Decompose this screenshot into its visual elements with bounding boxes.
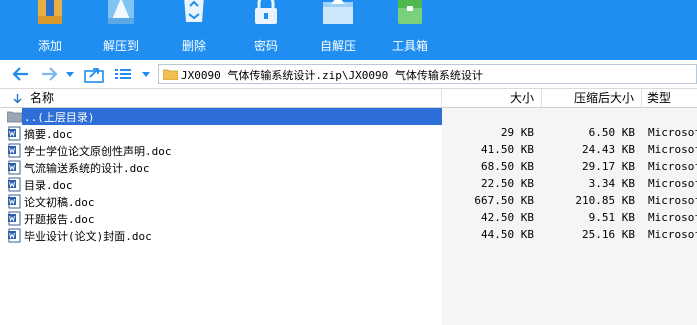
toolbar: 添加 解压到 删除 密码 自解压 工具箱 [0,0,697,60]
file-row[interactable]: 学士学位论文原创性声明.doc 41.50 KB 24.43 KB Microsof [0,142,697,159]
address-bar: JX0090 气体传输系统设计.zip\JX0090 气体传输系统设计 [0,60,697,89]
file-row[interactable]: 目录.doc 22.50 KB 3.34 KB Microsof [0,176,697,193]
file-list: ..(上层目录) 摘要.doc 29 KB 6.50 KB Microsof 学士学位论文… [0,108,697,325]
file-row[interactable]: 摘要.doc 29 KB 6.50 KB Microsof [0,125,697,142]
file-name: ..(上层目录) [22,109,97,125]
self-extract-icon [323,0,353,24]
up-folder-icon[interactable] [84,65,104,83]
file-type: Microsof [648,194,697,207]
path-text: JX0090 气体传输系统设计.zip\JX0090 气体传输系统设计 [181,69,483,82]
file-name: 气流输送系统的设计.doc [24,162,150,175]
file-size: 42.50 KB [481,211,534,224]
path-field[interactable]: JX0090 气体传输系统设计.zip\JX0090 气体传输系统设计 [158,64,697,84]
word-doc-icon [8,211,21,226]
word-doc-icon [8,194,21,209]
file-name: 学士学位论文原创性声明.doc [24,145,172,158]
lock-icon [255,0,277,24]
toolbox-icon [398,0,422,24]
extract-to-label: 解压到 [102,39,139,53]
file-compressed-size: 25.16 KB [582,228,635,241]
add-label: 添加 [37,39,62,53]
file-type: Microsof [648,126,697,139]
file-type: Microsof [648,177,697,190]
folder-icon [163,69,178,80]
column-compressed-label: 压缩后大小 [573,91,634,105]
column-header: 名称 大小 压缩后大小 类型 [0,89,697,108]
word-doc-icon [8,177,21,192]
file-name: 开题报告.doc [24,213,95,226]
column-type-label: 类型 [647,91,672,105]
parent-directory-row[interactable]: ..(上层目录) [0,108,697,125]
file-compressed-size: 3.34 KB [588,177,635,190]
delete-label: 删除 [181,39,206,53]
file-size: 29 KB [500,126,534,139]
column-type[interactable]: 类型 [642,89,697,108]
file-name: 论文初稿.doc [24,196,95,209]
toolbox-label: 工具箱 [391,39,428,53]
file-size: 68.50 KB [481,160,534,173]
file-name: 摘要.doc [24,128,73,141]
add-archive-icon [38,0,62,24]
file-row[interactable]: 气流输送系统的设计.doc 68.50 KB 29.17 KB Microsof [0,159,697,176]
history-dropdown-icon[interactable] [64,65,76,83]
column-compressed[interactable]: 压缩后大小 [542,89,642,108]
file-row[interactable]: 开题报告.doc 42.50 KB 9.51 KB Microsof [0,210,697,227]
file-size: 667.50 KB [474,194,534,207]
password-button[interactable]: 密码 [231,0,301,60]
extract-to-icon [108,0,134,24]
file-compressed-size: 24.43 KB [582,143,635,156]
column-size[interactable]: 大小 [442,89,542,108]
delete-button[interactable]: 删除 [159,0,229,60]
self-extract-label: 自解压 [319,39,356,53]
column-name-label: 名称 [30,91,55,105]
folder-icon [7,111,22,123]
file-compressed-size: 9.51 KB [588,211,635,224]
view-dropdown-icon[interactable] [140,65,152,83]
word-doc-icon [8,143,21,158]
column-size-label: 大小 [509,91,534,105]
word-doc-icon [8,228,21,243]
add-button[interactable]: 添加 [15,0,85,60]
file-type: Microsof [648,228,697,241]
back-arrow-icon[interactable] [12,65,30,83]
file-compressed-size: 29.17 KB [582,160,635,173]
file-size: 44.50 KB [481,228,534,241]
extract-to-button[interactable]: 解压到 [86,0,156,60]
file-size: 41.50 KB [481,143,534,156]
file-name: 目录.doc [24,179,73,192]
file-row[interactable]: 毕业设计(论文)封面.doc 44.50 KB 25.16 KB Microsof [0,227,697,244]
word-doc-icon [8,160,21,175]
view-list-icon[interactable] [114,65,132,83]
word-doc-icon [8,126,21,141]
file-type: Microsof [648,143,697,156]
forward-arrow-icon[interactable] [40,65,58,83]
toolbox-button[interactable]: 工具箱 [375,0,445,60]
file-name: 毕业设计(论文)封面.doc [24,230,152,243]
file-type: Microsof [648,211,697,224]
file-compressed-size: 6.50 KB [588,126,635,139]
password-label: 密码 [253,39,278,53]
self-extract-button[interactable]: 自解压 [303,0,373,60]
sort-down-icon [13,94,22,103]
file-type: Microsof [648,160,697,173]
column-name[interactable]: 名称 [0,89,442,108]
file-row[interactable]: 论文初稿.doc 667.50 KB 210.85 KB Microsof [0,193,697,210]
recycle-bin-icon [184,0,204,22]
file-size: 22.50 KB [481,177,534,190]
file-compressed-size: 210.85 KB [575,194,635,207]
